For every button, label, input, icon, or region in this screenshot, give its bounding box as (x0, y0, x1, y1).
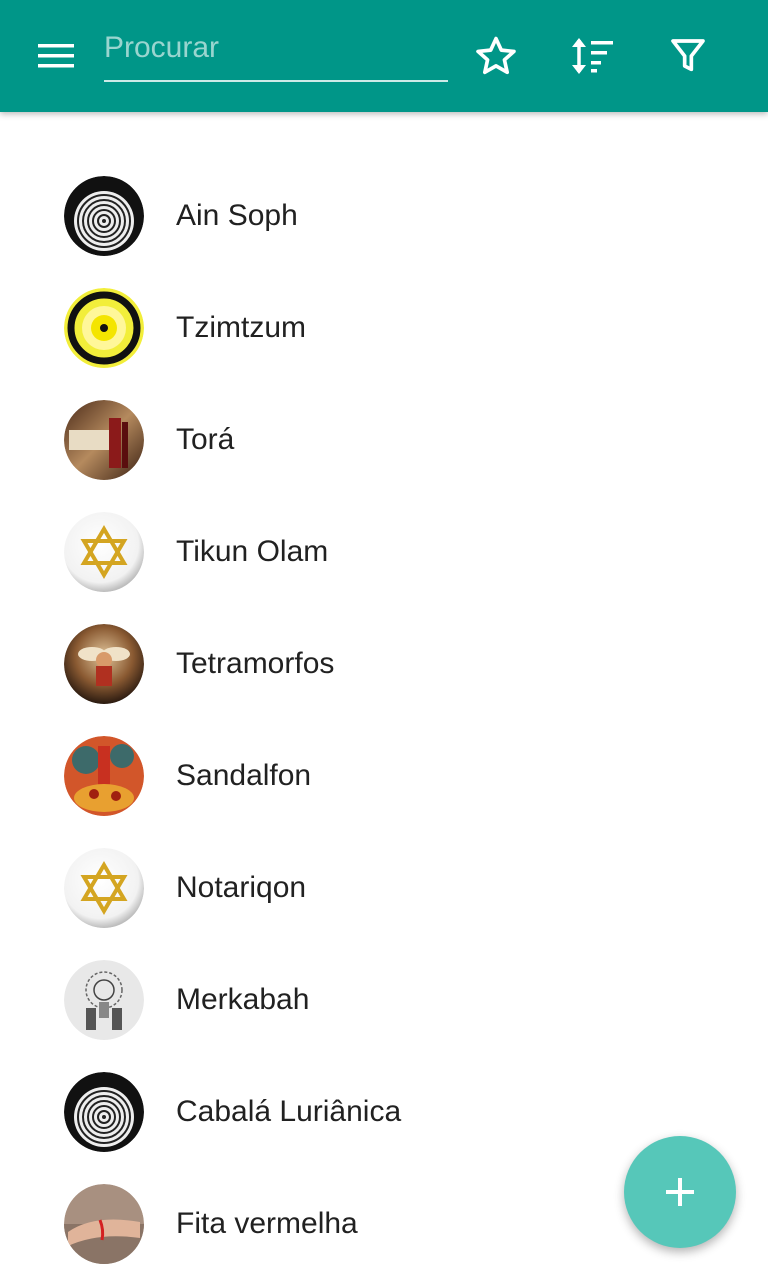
list-item-label: Tikun Olam (176, 535, 329, 568)
spiral-seal-image (64, 176, 144, 256)
search-input[interactable] (104, 22, 448, 74)
list-item-label: Sandalfon (176, 759, 312, 792)
list-item-label: Tzimtzum (176, 311, 306, 344)
menu-icon (38, 44, 74, 68)
spiral-seal-image (64, 1072, 144, 1152)
star-of-david-image (64, 848, 144, 928)
list-item-label: Merkabah (176, 983, 310, 1016)
angel-painting-image (64, 624, 144, 704)
list-item[interactable]: Tikun Olam (0, 496, 768, 608)
red-string-wrist-image (64, 1184, 144, 1264)
list-item-label: Notariqon (176, 871, 307, 904)
list-item-label: Fita vermelha (176, 1207, 358, 1240)
star-outline-icon (476, 36, 516, 75)
filter-button[interactable] (660, 28, 716, 84)
list-item[interactable]: Notariqon (0, 832, 768, 944)
sort-button[interactable] (564, 28, 620, 84)
list-item-label: Cabalá Luriânica (176, 1095, 402, 1128)
yellow-circle-image (64, 288, 144, 368)
plus-icon (666, 1178, 694, 1206)
list-item-label: Ain Soph (176, 199, 298, 232)
angel-fire-painting-image (64, 736, 144, 816)
list-item[interactable]: Ain Soph (0, 160, 768, 272)
search-field (104, 22, 448, 82)
list-item[interactable]: Torá (0, 384, 768, 496)
sort-icon (572, 38, 613, 74)
list-item[interactable]: Merkabah (0, 944, 768, 1056)
list-item[interactable]: Sandalfon (0, 720, 768, 832)
list-item[interactable]: Tetramorfos (0, 608, 768, 720)
topic-list: Ain Soph Tzimtzum Torá Tikun Olam Tetram… (0, 160, 768, 1280)
engraving-image (64, 960, 144, 1040)
favorites-button[interactable] (468, 28, 524, 84)
star-of-david-image (64, 512, 144, 592)
list-item-label: Tetramorfos (176, 647, 335, 680)
filter-icon (671, 39, 705, 72)
add-button[interactable] (624, 1136, 736, 1248)
app-bar (0, 0, 768, 112)
list-item[interactable]: Tzimtzum (0, 272, 768, 384)
list-item-label: Torá (176, 423, 235, 456)
menu-button[interactable] (28, 32, 84, 80)
torah-scroll-image (64, 400, 144, 480)
